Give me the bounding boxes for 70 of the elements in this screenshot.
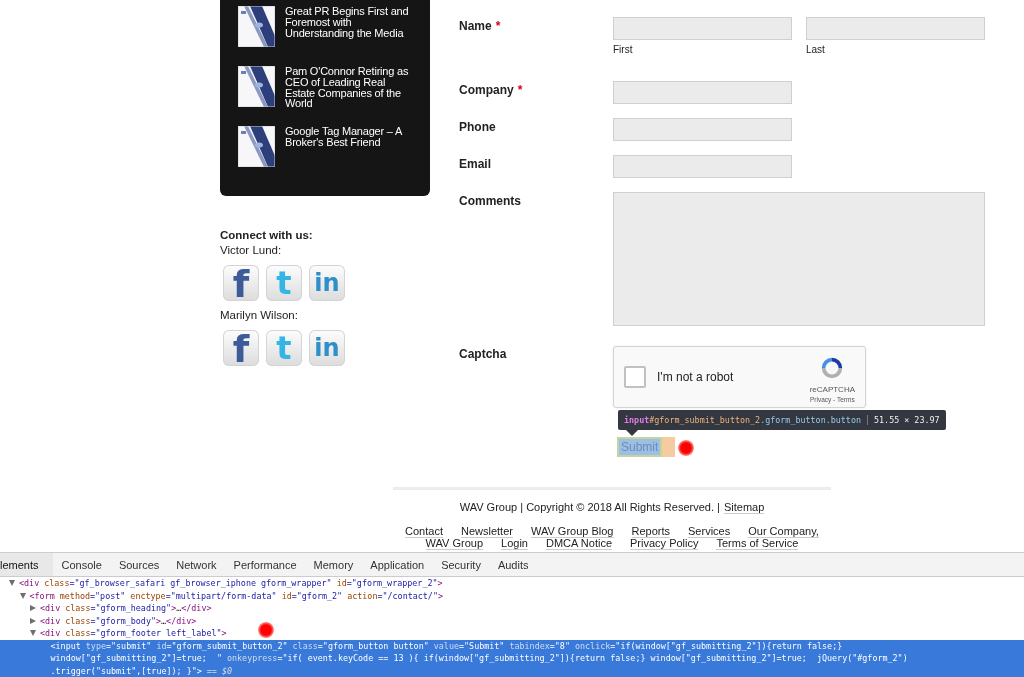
input-field[interactable] <box>613 155 792 178</box>
footer-link[interactable]: Reports <box>631 526 671 538</box>
field-label: Phone <box>459 120 496 134</box>
input-field[interactable] <box>613 81 792 104</box>
post-link[interactable]: Google Tag Manager – A Broker's Best Friend <box>285 126 409 148</box>
input-field[interactable] <box>613 118 792 141</box>
devtools-tab[interactable]: Memory <box>305 553 362 576</box>
code-line: <input type="submit" id="gform_submit_button_2" class="gform_button button" value="Submit" tabindex="8" onclick="if(window["gf_submitting_2"]){return false;} <box>50 639 844 652</box>
dom-node[interactable]: <div class="gform_body">…</div> <box>0 614 1024 627</box>
footer-link[interactable]: Newsletter <box>461 526 513 538</box>
footer-link[interactable]: Privacy Policy <box>630 538 699 550</box>
element-size: 51.55 × 23.97 <box>867 415 940 425</box>
element-selector: input#gform_submit_button_2.gform_button.button <box>624 415 861 425</box>
devtools-tab[interactable]: Network <box>168 553 225 576</box>
field-label: Email <box>459 157 491 171</box>
input-field[interactable] <box>613 17 792 40</box>
person-name: Victor Lund: <box>220 244 283 257</box>
post-link[interactable]: Pam O'Connor Retiring as CEO of Leading Real Estate Companies of the World <box>285 66 409 110</box>
person-name: Marilyn Wilson: <box>220 309 299 322</box>
code-line: <div class="gform_heading">…</div> <box>40 602 212 615</box>
expand-toggle[interactable] <box>9 580 15 587</box>
dom-node[interactable] <box>0 639 1024 677</box>
expand-toggle[interactable] <box>30 617 36 624</box>
copyright-text: WAV Group | Copyright © 2018 All Rights Reserved. | Sitemap <box>458 501 766 514</box>
footer-link[interactable]: WAV Group Blog <box>530 526 614 538</box>
captcha-brand: reCAPTCHA <box>809 385 855 394</box>
devtools-tab[interactable]: Sources <box>110 553 168 576</box>
code-line: <div class="gform_body">…</div> <box>40 614 197 627</box>
field-label: Captcha <box>459 347 507 361</box>
connect-heading: Connect with us: <box>220 229 314 242</box>
dom-node[interactable]: <form method="post" enctype="multipart/form-data" id="gform_2" action="/contact/"> <box>0 589 1024 602</box>
code-line: window["gf_submitting_2"]=true; " onkeypress="if( event.keyCode == 13 ){ if(window["gf_submitting_2"]){return false;} window["gf_submitting_2"]=true; jQuery("#gform_2") <box>50 652 908 665</box>
footer-link[interactable]: DMCA Notice <box>546 538 612 550</box>
sub-label: First <box>613 44 634 55</box>
field-label: Comments <box>459 194 521 208</box>
required-mark: * <box>495 19 501 33</box>
expand-toggle[interactable] <box>19 592 26 599</box>
code-line: <form method="post" enctype="multipart/form-data" id="gform_2" action="/contact/"> <box>29 589 443 602</box>
code-line: <div class="gform_footer left_label"> <box>40 627 227 640</box>
comments-field[interactable] <box>613 192 985 326</box>
devtools-tab[interactable]: Security <box>433 553 489 576</box>
field-label: Name <box>459 19 492 33</box>
facebook-button[interactable]: f <box>223 330 259 366</box>
facebook-button[interactable]: f <box>223 265 259 301</box>
dom-node[interactable]: <div class="gform_heading">…</div> <box>0 602 1024 615</box>
footer-link[interactable]: Our Company, <box>748 526 819 538</box>
touch-indicator <box>258 622 274 638</box>
touch-indicator <box>678 440 694 456</box>
footer-link[interactable]: Contact <box>405 526 443 538</box>
sub-label: Last <box>806 44 826 55</box>
required-mark: * <box>517 83 523 97</box>
devtools-tab[interactable]: Console <box>53 553 110 576</box>
code-line: <div class="gf_browser_safari gf_browser_iphone gform_wrapper" id="gform_wrapper_2"> <box>19 577 443 590</box>
code-line: .trigger("submit",[true]); }"> == $0 <box>50 664 234 677</box>
devtools-tab[interactable]: lements <box>0 553 53 576</box>
footer-link[interactable]: WAV Group <box>425 538 484 550</box>
captcha-label: I'm not a robot <box>657 370 734 384</box>
expand-toggle[interactable] <box>30 605 36 612</box>
input-field[interactable] <box>806 17 985 40</box>
footer-link[interactable]: Services <box>688 526 731 538</box>
footer-link[interactable]: Login <box>501 538 528 550</box>
field-label: Company <box>459 83 514 97</box>
post-link[interactable]: Great PR Begins First and Foremost with Understanding the Media <box>285 6 409 39</box>
dom-node[interactable]: <div class="gf_browser_safari gf_browser_iphone gform_wrapper" id="gform_wrapper_2"> <box>0 577 1024 590</box>
sitemap-link[interactable]: Sitemap <box>723 501 765 514</box>
devtools-tab[interactable]: Performance <box>225 553 305 576</box>
checkbox[interactable] <box>624 366 646 388</box>
devtools-tab[interactable]: Audits <box>489 553 537 576</box>
devtools-tab[interactable]: Application <box>362 553 433 576</box>
footer-link[interactable]: Terms of Service <box>716 538 799 550</box>
